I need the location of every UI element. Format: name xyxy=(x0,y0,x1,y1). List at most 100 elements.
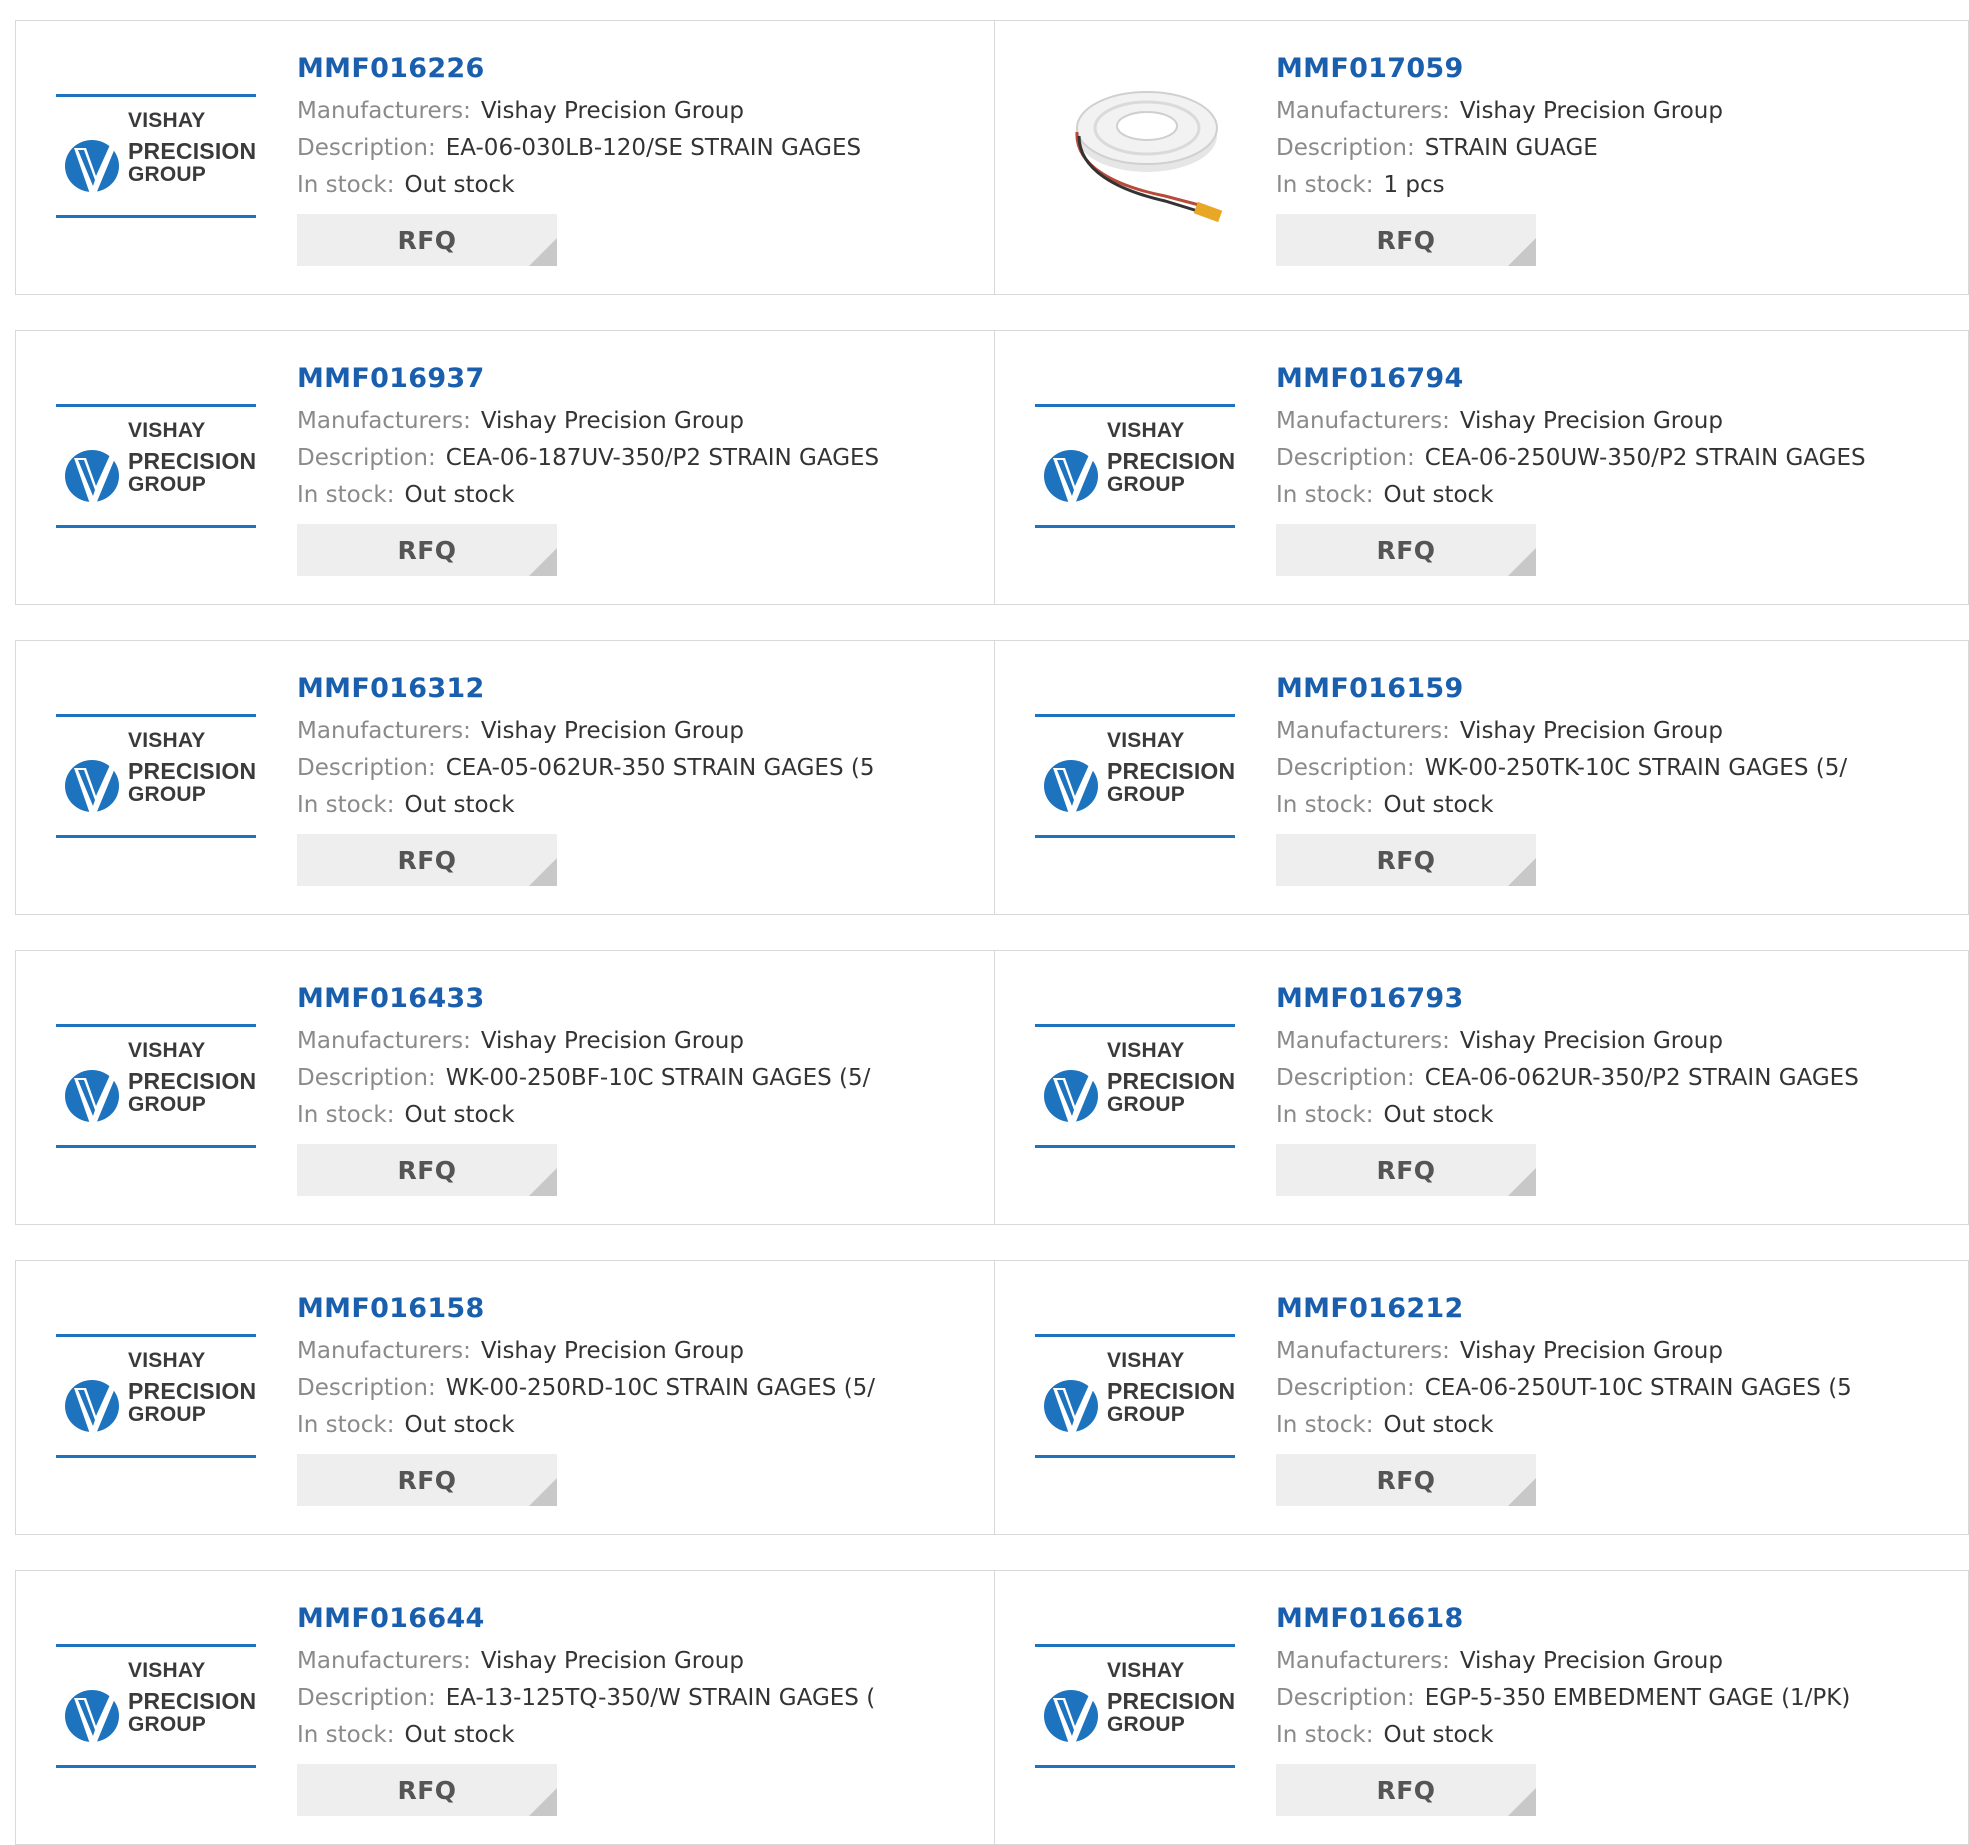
manufacturer-value: Vishay Precision Group xyxy=(1459,1028,1723,1054)
stock-value: Out stock xyxy=(1383,1102,1494,1128)
logo-text-precision: PRECISION xyxy=(128,448,257,474)
product-card: VISHAY PRECISION GROUP MMF016937 Manufact… xyxy=(16,331,994,604)
logo-text-vishay: VISHAY xyxy=(1107,729,1185,752)
vishay-logo: VISHAY PRECISION GROUP xyxy=(1035,1644,1235,1768)
rfq-corner-triangle-icon xyxy=(1508,1168,1536,1196)
stock-label: In stock: xyxy=(297,1412,395,1438)
rfq-button[interactable]: RFQ xyxy=(297,214,557,266)
description-label: Description: xyxy=(297,135,436,161)
part-number-link[interactable]: MMF016937 xyxy=(297,361,977,397)
part-number-link[interactable]: MMF016794 xyxy=(1276,361,1956,397)
rfq-corner-triangle-icon xyxy=(529,1478,557,1506)
description-value: CEA-06-062UR-350/P2 STRAIN GAGES xyxy=(1424,1065,1859,1091)
product-image[interactable]: VISHAY PRECISION GROUP xyxy=(1035,986,1235,1186)
stock-line: In stock: Out stock xyxy=(1276,1097,1956,1134)
description-value: EGP-5-350 EMBEDMENT GAGE (1/PK) xyxy=(1424,1685,1851,1711)
part-number-link[interactable]: MMF016793 xyxy=(1276,981,1956,1017)
product-image[interactable]: VISHAY PRECISION GROUP xyxy=(1035,1606,1235,1806)
product-image[interactable]: VISHAY PRECISION GROUP xyxy=(56,56,256,256)
rfq-button[interactable]: RFQ xyxy=(1276,214,1536,266)
rfq-button[interactable]: RFQ xyxy=(1276,834,1536,886)
part-number-link[interactable]: MMF016312 xyxy=(297,671,977,707)
manufacturer-line: Manufacturers: Vishay Precision Group xyxy=(297,713,977,750)
logo-top-rule xyxy=(1035,714,1235,717)
logo-bottom-rule xyxy=(1035,1145,1235,1148)
rfq-button-label: RFQ xyxy=(1376,225,1436,255)
manufacturer-label: Manufacturers: xyxy=(1276,1028,1450,1054)
logo-text-group: GROUP xyxy=(1107,473,1186,496)
logo-top-rule xyxy=(56,1334,256,1337)
part-number-link[interactable]: MMF016159 xyxy=(1276,671,1956,707)
rfq-button[interactable]: RFQ xyxy=(1276,1454,1536,1506)
product-image[interactable]: VISHAY PRECISION GROUP xyxy=(56,1606,256,1806)
stock-label: In stock: xyxy=(297,1102,395,1128)
rfq-corner-triangle-icon xyxy=(1508,548,1536,576)
product-image[interactable]: VISHAY PRECISION GROUP xyxy=(1035,1296,1235,1496)
stock-value: Out stock xyxy=(1383,1412,1494,1438)
logo-v-mark-icon xyxy=(65,446,120,504)
description-value: WK-00-250RD-10C STRAIN GAGES (5/ xyxy=(445,1375,876,1401)
stock-value: Out stock xyxy=(1383,1722,1494,1748)
rfq-button[interactable]: RFQ xyxy=(297,1454,557,1506)
logo-text-precision: PRECISION xyxy=(1107,1688,1236,1714)
manufacturer-value: Vishay Precision Group xyxy=(1459,1338,1723,1364)
description-value: CEA-06-250UT-10C STRAIN GAGES (5 xyxy=(1424,1375,1852,1401)
rfq-corner-triangle-icon xyxy=(529,1788,557,1816)
product-card: VISHAY PRECISION GROUP MMF016159 Manufact… xyxy=(994,641,1969,914)
rfq-button[interactable]: RFQ xyxy=(1276,524,1536,576)
product-image[interactable]: VISHAY PRECISION GROUP xyxy=(1035,366,1235,566)
rfq-button[interactable]: RFQ xyxy=(1276,1144,1536,1196)
product-image[interactable]: VISHAY PRECISION GROUP xyxy=(1035,676,1235,876)
rfq-corner-triangle-icon xyxy=(529,858,557,886)
logo-v-mark-icon xyxy=(65,136,120,194)
product-image[interactable]: VISHAY PRECISION GROUP xyxy=(56,676,256,876)
logo-text-group: GROUP xyxy=(128,473,207,496)
manufacturer-label: Manufacturers: xyxy=(297,1338,471,1364)
rfq-button[interactable]: RFQ xyxy=(297,524,557,576)
product-row: VISHAY PRECISION GROUP MMF016644 Manufact… xyxy=(15,1570,1969,1845)
stock-line: In stock: Out stock xyxy=(1276,787,1956,824)
manufacturer-label: Manufacturers: xyxy=(1276,1338,1450,1364)
part-number-link[interactable]: MMF016158 xyxy=(297,1291,977,1327)
logo-text-group: GROUP xyxy=(128,1093,207,1116)
part-number-link[interactable]: MMF016433 xyxy=(297,981,977,1017)
product-card: VISHAY PRECISION GROUP MMF016794 Manufact… xyxy=(994,331,1969,604)
rfq-button[interactable]: RFQ xyxy=(297,1764,557,1816)
vishay-logo: VISHAY PRECISION GROUP xyxy=(1035,714,1235,838)
part-number-link[interactable]: MMF016226 xyxy=(297,51,977,87)
part-number-link[interactable]: MMF016212 xyxy=(1276,1291,1956,1327)
product-info: MMF016312 Manufacturers: Vishay Precision … xyxy=(297,671,977,886)
part-number-link[interactable]: MMF016644 xyxy=(297,1601,977,1637)
rfq-button-label: RFQ xyxy=(397,1775,457,1805)
rfq-button[interactable]: RFQ xyxy=(297,1144,557,1196)
product-image[interactable]: VISHAY PRECISION GROUP xyxy=(56,986,256,1186)
logo-top-rule xyxy=(56,714,256,717)
vishay-logo: VISHAY PRECISION GROUP xyxy=(56,404,256,528)
rfq-button[interactable]: RFQ xyxy=(1276,1764,1536,1816)
product-row: VISHAY PRECISION GROUP MMF016433 Manufact… xyxy=(15,950,1969,1225)
stock-line: In stock: Out stock xyxy=(297,1407,977,1444)
product-card: VISHAY PRECISION GROUP MMF016644 Manufact… xyxy=(16,1571,994,1844)
logo-text-vishay: VISHAY xyxy=(128,1659,206,1682)
manufacturer-value: Vishay Precision Group xyxy=(480,98,744,124)
stock-label: In stock: xyxy=(297,482,395,508)
logo-text-group: GROUP xyxy=(1107,1403,1186,1426)
logo-text-precision: PRECISION xyxy=(1107,1378,1236,1404)
product-image[interactable]: VISHAY PRECISION GROUP xyxy=(56,366,256,566)
product-image[interactable]: VISHAY PRECISION GROUP xyxy=(56,1296,256,1496)
logo-top-rule xyxy=(56,94,256,97)
product-card: VISHAY PRECISION GROUP MMF016618 Manufact… xyxy=(994,1571,1969,1844)
rfq-corner-triangle-icon xyxy=(529,1168,557,1196)
logo-text-vishay: VISHAY xyxy=(128,1349,206,1372)
part-number-link[interactable]: MMF017059 xyxy=(1276,51,1956,87)
logo-v-mark-icon xyxy=(1044,1376,1099,1434)
logo-text-group: GROUP xyxy=(128,1403,207,1426)
part-number-link[interactable]: MMF016618 xyxy=(1276,1601,1956,1637)
manufacturer-label: Manufacturers: xyxy=(297,1648,471,1674)
rfq-button-label: RFQ xyxy=(397,1155,457,1185)
logo-bottom-rule xyxy=(1035,1765,1235,1768)
stock-label: In stock: xyxy=(297,172,395,198)
rfq-button[interactable]: RFQ xyxy=(297,834,557,886)
product-card: VISHAY PRECISION GROUP MMF016793 Manufact… xyxy=(994,951,1969,1224)
product-image[interactable] xyxy=(1035,56,1235,256)
